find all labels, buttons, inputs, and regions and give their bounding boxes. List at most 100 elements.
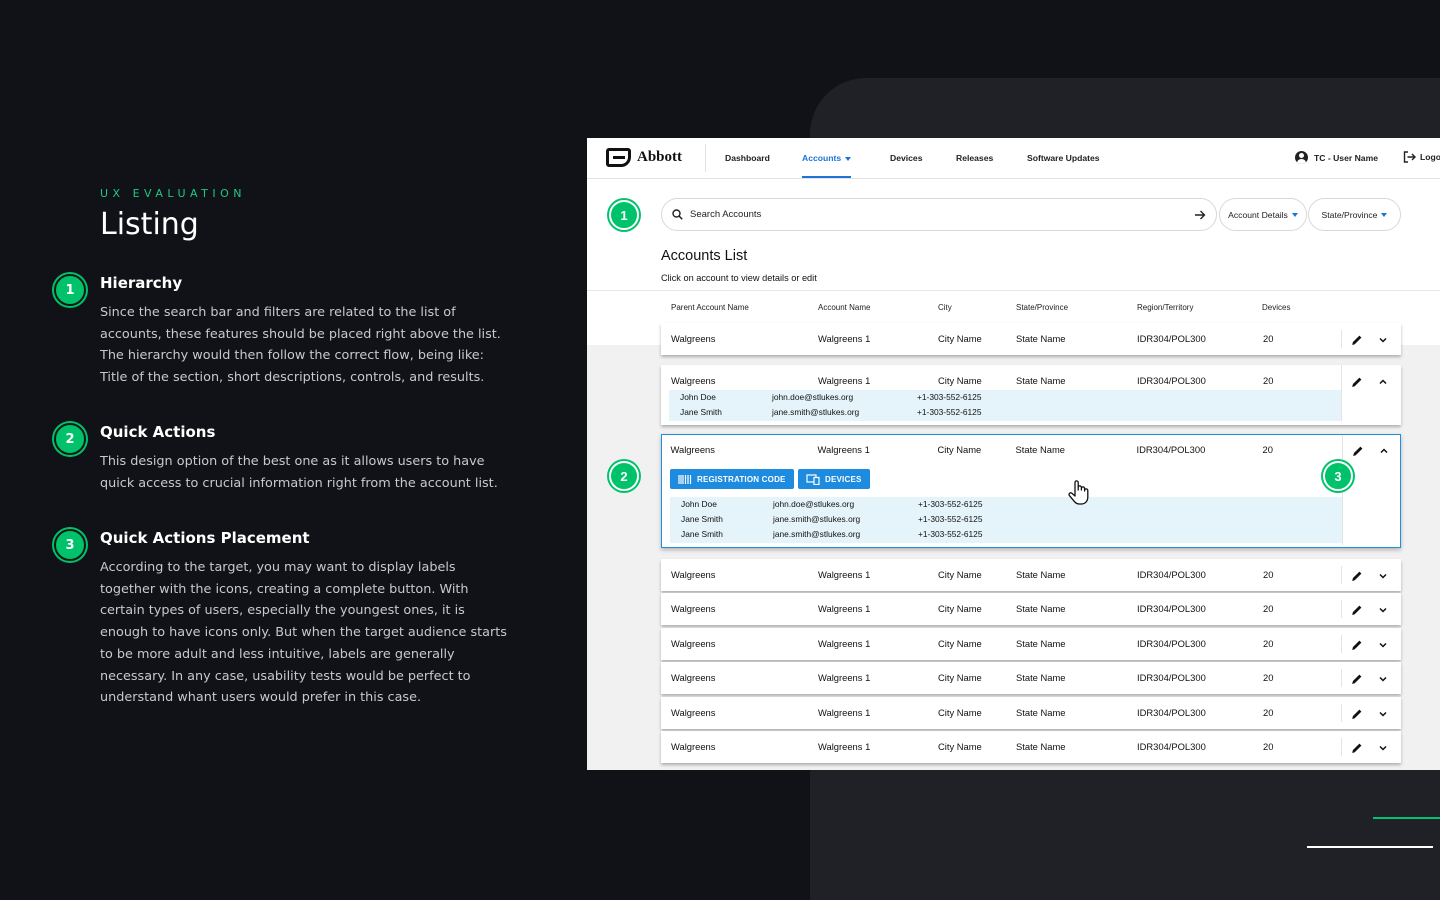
chevron-up-icon[interactable] <box>1378 444 1390 456</box>
column-header[interactable]: Parent Account Name <box>671 303 749 312</box>
pencil-icon[interactable] <box>1351 569 1363 581</box>
pencil-icon[interactable] <box>1351 672 1363 684</box>
barcode-icon <box>678 474 692 484</box>
section-body: According to the target, you may want to… <box>100 560 507 706</box>
pencil-icon[interactable] <box>1351 707 1363 719</box>
column-header[interactable]: State/Province <box>1016 303 1068 312</box>
filter-state-province[interactable]: State/Province <box>1308 198 1401 231</box>
pencil-icon[interactable] <box>1351 603 1363 615</box>
pencil-icon[interactable] <box>1351 333 1363 345</box>
pencil-icon[interactable] <box>1351 638 1363 650</box>
registration-code-button[interactable]: REGISTRATION CODE <box>670 469 794 489</box>
list-title: Accounts List <box>661 248 748 264</box>
search-icon <box>672 209 683 220</box>
cell-devices: 20 <box>1263 672 1274 683</box>
cell-region: IDR304/POL300 <box>1137 741 1206 752</box>
cell-account: Walgreens 1 <box>818 375 871 386</box>
cell-region: IDR304/POL300 <box>1137 333 1206 344</box>
nav-software-updates[interactable]: Software Updates <box>1027 153 1100 163</box>
table-row-expanded[interactable]: Walgreens Walgreens 1 City Name State Name I… <box>661 434 1401 548</box>
cell-parent: Walgreens <box>671 741 716 752</box>
annotation-marker-2: 2 <box>609 461 639 491</box>
table-row[interactable]: Walgreens Walgreens 1 City Name State Name I… <box>661 323 1401 355</box>
chevron-up-icon[interactable] <box>1377 375 1389 387</box>
logout-button[interactable]: Logout <box>1403 151 1440 163</box>
cell-parent: Walgreens <box>671 638 716 649</box>
contact-email[interactable]: john.doe@stlukes.org <box>773 499 854 509</box>
devices-button[interactable]: DEVICES <box>798 469 870 489</box>
table-row[interactable]: Walgreens Walgreens 1 City Name State Name I… <box>661 697 1401 729</box>
chevron-down-icon[interactable] <box>1377 603 1389 615</box>
pencil-icon[interactable] <box>1351 741 1363 753</box>
cell-state: State Name <box>1016 333 1066 344</box>
chevron-down-icon[interactable] <box>1377 741 1389 753</box>
contacts-panel: John Doe john.doe@stlukes.org +1-303-552-6… <box>669 390 1341 421</box>
cell-account: Walgreens 1 <box>817 443 870 455</box>
contact-email[interactable]: jane.smith@stlukes.org <box>773 529 860 539</box>
cell-city: City Name <box>938 333 982 344</box>
brand-logo[interactable]: Abbott <box>606 148 682 167</box>
chevron-down-icon[interactable] <box>1377 638 1389 650</box>
contact-phone: +1-303-552-6125 <box>918 513 983 524</box>
actions-divider <box>1341 365 1342 421</box>
brand-name: Abbott <box>637 149 683 165</box>
chevron-down-icon[interactable] <box>1377 672 1389 684</box>
nav-accounts-label: Accounts <box>802 153 842 163</box>
cell-region: IDR304/POL300 <box>1137 603 1206 614</box>
chevron-down-icon <box>1381 212 1388 217</box>
nav-devices[interactable]: Devices <box>890 153 923 163</box>
cell-devices: 20 <box>1263 707 1274 718</box>
contact-email[interactable]: john.doe@stlukes.org <box>772 392 853 402</box>
nav-accounts[interactable]: Accounts <box>802 153 852 163</box>
section-number: 1 <box>54 274 86 306</box>
section-heading: Hierarchy <box>100 274 183 292</box>
hand-cursor-icon <box>1068 480 1089 505</box>
column-header[interactable]: City <box>938 303 952 312</box>
contact-row: John Doe john.doe@stlukes.org +1-303-552-6… <box>670 497 1342 512</box>
column-header[interactable]: Account Name <box>818 303 870 312</box>
table-row[interactable]: Walgreens Walgreens 1 City Name State Name I… <box>661 731 1401 763</box>
decorative-line-white <box>1307 846 1433 848</box>
nav-dashboard[interactable]: Dashboard <box>725 153 770 163</box>
cell-devices: 20 <box>1262 443 1273 455</box>
top-navigation: Abbott Dashboard Accounts Devices Releas… <box>587 138 1440 179</box>
arrow-right-icon[interactable] <box>1194 210 1206 220</box>
chevron-down-icon[interactable] <box>1377 569 1389 581</box>
filter-account-details[interactable]: Account Details <box>1219 198 1307 231</box>
cell-devices: 20 <box>1263 333 1274 344</box>
table-row[interactable]: Walgreens Walgreens 1 City Name State Name I… <box>661 628 1401 660</box>
search-input[interactable]: Search Accounts <box>690 209 1194 220</box>
section-heading: Quick Actions Placement <box>100 529 310 547</box>
list-subtitle: Click on account to view details or edit <box>661 273 817 283</box>
nav-releases[interactable]: Releases <box>956 153 993 163</box>
table-row[interactable]: Walgreens Walgreens 1 City Name State Name I… <box>661 559 1401 591</box>
cell-region: IDR304/POL300 <box>1137 672 1206 683</box>
pencil-icon[interactable] <box>1352 444 1364 456</box>
cell-city: City Name <box>938 375 982 386</box>
contact-email[interactable]: jane.smith@stlukes.org <box>773 514 860 524</box>
button-label: DEVICES <box>825 474 862 484</box>
cell-parent: Walgreens <box>671 707 716 718</box>
cell-devices: 20 <box>1263 638 1274 649</box>
cell-parent: Walgreens <box>670 443 715 455</box>
table-row[interactable]: Walgreens Walgreens 1 City Name State Name I… <box>661 365 1401 425</box>
active-nav-indicator <box>802 176 851 178</box>
cell-city: City Name <box>938 707 982 718</box>
cell-state: State Name <box>1016 603 1066 614</box>
chevron-down-icon[interactable] <box>1377 707 1389 719</box>
actions-divider <box>1341 704 1342 722</box>
column-header[interactable]: Devices <box>1262 303 1290 312</box>
pencil-icon[interactable] <box>1351 375 1363 387</box>
contact-email[interactable]: jane.smith@stlukes.org <box>772 407 859 417</box>
search-bar[interactable]: Search Accounts <box>661 198 1217 231</box>
cell-city: City Name <box>938 672 982 683</box>
table-row[interactable]: Walgreens Walgreens 1 City Name State Name I… <box>661 593 1401 625</box>
chevron-down-icon[interactable] <box>1377 333 1389 345</box>
logout-label: Logout <box>1420 152 1440 162</box>
table-row[interactable]: Walgreens Walgreens 1 City Name State Name I… <box>661 662 1401 694</box>
contact-phone: +1-303-552-6125 <box>918 528 983 539</box>
user-menu[interactable]: TC - User Name <box>1295 151 1378 164</box>
contact-row: Jane Smith jane.smith@stlukes.org +1-303-5… <box>670 512 1342 527</box>
cell-devices: 20 <box>1263 375 1274 386</box>
column-header[interactable]: Region/Territory <box>1137 303 1193 312</box>
